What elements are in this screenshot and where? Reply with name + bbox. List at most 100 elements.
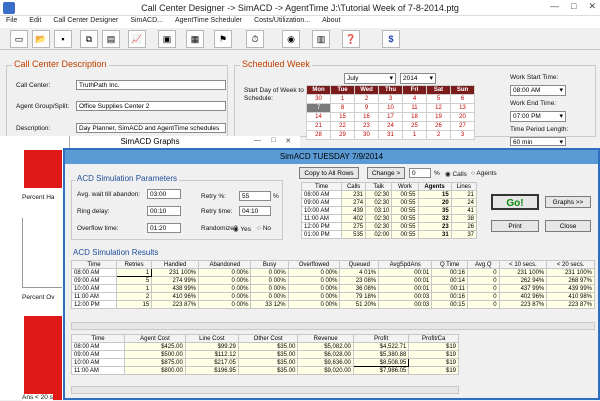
menu-edit[interactable]: Edit	[23, 16, 47, 28]
cal-day[interactable]: 26	[426, 121, 451, 131]
new-file-icon[interactable]: ▭	[10, 30, 28, 48]
ring-delay-field[interactable]: 00:10	[147, 206, 181, 216]
cal-day[interactable]: 24	[378, 121, 403, 131]
copy-icon[interactable]: ⧉	[80, 30, 98, 48]
cal-day-header: Mon	[306, 85, 331, 95]
cal-day[interactable]: 2	[426, 130, 451, 140]
col-header: Abandoned	[198, 260, 252, 269]
cal-day[interactable]: 8	[330, 103, 355, 113]
cal-day[interactable]: 29	[330, 130, 355, 140]
menu-call-center-designer[interactable]: Call Center Designer	[47, 16, 124, 28]
cal-day[interactable]: 22	[330, 121, 355, 131]
description-field[interactable]: Day Planner, SimACD and AgentTime schedu…	[76, 123, 226, 133]
menu-about[interactable]: About	[316, 16, 346, 28]
cal-day[interactable]: 6	[450, 94, 475, 104]
graphs-maximize-button[interactable]: □	[271, 137, 275, 145]
col-header: < 20 secs.	[546, 260, 595, 269]
cal-day[interactable]: 16	[354, 112, 379, 122]
cal-day[interactable]: 15	[330, 112, 355, 122]
call-center-field[interactable]: TruthPath Inc.	[76, 80, 226, 90]
cal-day[interactable]: 21	[306, 121, 331, 131]
graphs-button[interactable]: Graphs >>	[545, 196, 591, 208]
cal-day[interactable]: 17	[378, 112, 403, 122]
maximize-button[interactable]: □	[571, 1, 576, 12]
graphs-close-button[interactable]: ✕	[285, 137, 291, 145]
agent-group-field[interactable]: Office Supplies Center 2	[76, 101, 226, 111]
globe-icon[interactable]: ◉	[282, 30, 300, 48]
call-center-description-title: Call Center Description	[12, 59, 109, 69]
title-bar: Call Center Designer -> SimACD -> AgentT…	[0, 0, 600, 16]
overflow-time-field[interactable]: 01:20	[147, 223, 181, 233]
grid-icon[interactable]: ▦	[186, 30, 204, 48]
cal-day[interactable]: 4	[402, 94, 427, 104]
cal-day[interactable]: 19	[426, 112, 451, 122]
cal-day[interactable]: 30	[354, 130, 379, 140]
cal-day[interactable]: 10	[378, 103, 403, 113]
retry-time-field[interactable]: 04:10	[239, 206, 271, 216]
staffing-table[interactable]: Time Calls Talk Work Agents Lines 08:00 …	[300, 182, 478, 239]
randomize-no-radio[interactable]: ○ No	[257, 225, 271, 232]
open-folder-icon[interactable]: 📂	[32, 30, 50, 48]
change-button[interactable]: Change >	[367, 167, 405, 179]
report-icon[interactable]: ▣	[158, 30, 176, 48]
calendar[interactable]: Mon Tue Wed Thu Fri Sat Sun 30 1 2 3 4 5…	[306, 85, 475, 140]
copy-to-all-rows-button[interactable]: Copy to All Rows	[299, 167, 359, 179]
graphs-minimize-button[interactable]: —	[254, 137, 261, 145]
cal-day[interactable]: 27	[450, 121, 475, 131]
col-header: Agent Cost	[124, 334, 186, 343]
go-button[interactable]: Go!	[491, 194, 539, 210]
dollar-icon[interactable]: $	[382, 30, 400, 48]
help-icon[interactable]: ❓	[342, 30, 360, 48]
cal-day[interactable]: 11	[402, 103, 427, 113]
menu-simacd[interactable]: SimACD...	[124, 16, 169, 28]
chart-icon[interactable]: 📈	[128, 30, 146, 48]
cal-day[interactable]: 1	[330, 94, 355, 104]
col-header: Q Time	[431, 260, 468, 269]
cost-table[interactable]: Time Agent Cost Line Cost Other Cost Rev…	[70, 334, 459, 375]
retry-pct-field[interactable]: 55	[239, 191, 271, 201]
cal-day[interactable]: 30	[306, 94, 331, 104]
agents-radio[interactable]: ○ Agents	[471, 170, 497, 177]
close-button[interactable]: Close	[545, 220, 591, 232]
results-horizontal-scrollbar[interactable]	[71, 322, 595, 330]
cal-day[interactable]: 2	[354, 94, 379, 104]
minimize-button[interactable]: —	[550, 1, 559, 12]
paste-icon[interactable]: ▤	[102, 30, 120, 48]
cal-day[interactable]: 28	[306, 130, 331, 140]
print-button[interactable]: Print	[491, 220, 539, 232]
menu-agenttime-scheduler[interactable]: AgentTime Scheduler	[169, 16, 248, 28]
work-end-select[interactable]: 07:00 PM	[510, 111, 566, 122]
cal-day-selected[interactable]: 7	[306, 103, 331, 113]
cal-day[interactable]: 14	[306, 112, 331, 122]
cal-day[interactable]: 3	[378, 94, 403, 104]
cost-horizontal-scrollbar[interactable]	[71, 386, 459, 394]
work-start-select[interactable]: 08:00 AM	[510, 85, 566, 96]
cal-day[interactable]: 18	[402, 112, 427, 122]
close-window-button[interactable]: ✕	[588, 1, 596, 12]
cal-day[interactable]: 31	[378, 130, 403, 140]
month-select[interactable]: July	[344, 73, 396, 84]
cal-day[interactable]: 1	[402, 130, 427, 140]
avg-wait-field[interactable]: 03:00	[147, 189, 181, 199]
year-select[interactable]: 2014	[400, 73, 436, 84]
signpost-icon[interactable]: ⚑	[214, 30, 232, 48]
menu-costs-utilization[interactable]: Costs/Utilization...	[248, 16, 316, 28]
calls-radio[interactable]: ◉ Calls	[445, 170, 467, 178]
dashboard-icon[interactable]: ▥	[312, 30, 330, 48]
cal-day[interactable]: 25	[402, 121, 427, 131]
cal-day[interactable]: 20	[450, 112, 475, 122]
period-length-select[interactable]: 60 min	[510, 137, 566, 146]
cal-day-header: Wed	[354, 85, 379, 95]
randomize-yes-radio[interactable]: ◉ Yes	[233, 225, 251, 233]
cal-day[interactable]: 12	[426, 103, 451, 113]
cal-day[interactable]: 3	[450, 130, 475, 140]
cal-day[interactable]: 23	[354, 121, 379, 131]
cal-day[interactable]: 9	[354, 103, 379, 113]
stopwatch-icon[interactable]: ⏱	[246, 30, 264, 48]
save-icon[interactable]: ▪	[54, 30, 72, 48]
cal-day[interactable]: 5	[426, 94, 451, 104]
cal-day[interactable]: 13	[450, 103, 475, 113]
menu-file[interactable]: File	[0, 16, 23, 28]
change-value-field[interactable]: 0	[409, 168, 431, 178]
results-table[interactable]: Time Retries Handled Abandoned Busy Over…	[71, 260, 595, 309]
